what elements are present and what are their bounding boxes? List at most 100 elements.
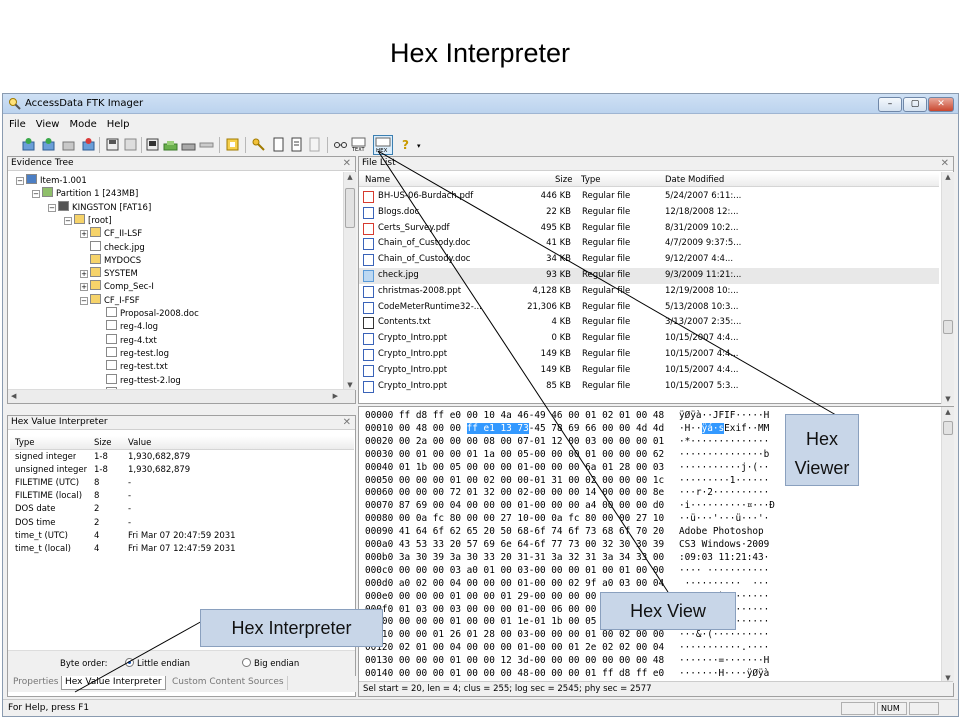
close-icon[interactable]: ✕ bbox=[941, 157, 949, 170]
little-endian-radio[interactable]: Little endian bbox=[125, 658, 190, 669]
interpreter-value: - bbox=[128, 504, 132, 515]
tree-item[interactable]: MYDOCS bbox=[80, 253, 141, 267]
hex-scrollbar[interactable]: ▲ ▼ bbox=[941, 407, 954, 683]
tab-properties[interactable]: Properties bbox=[10, 676, 63, 690]
evidence-item-icon bbox=[26, 174, 37, 184]
file-row[interactable]: Crypto_Intro.ppt 149 KB Regular file 10/15/… bbox=[359, 347, 939, 363]
tree-item[interactable]: reg-test.txt bbox=[96, 360, 168, 373]
minimize-button[interactable]: – bbox=[878, 97, 902, 112]
folder-icon bbox=[90, 280, 101, 291]
remove-evidence-icon[interactable] bbox=[81, 137, 96, 152]
tree-item[interactable]: reg-4.txt bbox=[96, 333, 157, 347]
file-type: Regular file bbox=[582, 317, 631, 328]
tree-item[interactable]: − Partition 1 [243MB] bbox=[32, 187, 138, 200]
column-type[interactable]: Type bbox=[15, 437, 35, 450]
column-size[interactable]: Size bbox=[94, 437, 111, 450]
menu-view[interactable]: View bbox=[30, 116, 64, 130]
file-list-scrollbar[interactable]: ▲ ▼ bbox=[941, 172, 954, 404]
toolbar-overflow-icon[interactable]: ▾ bbox=[417, 142, 421, 150]
tree-item[interactable]: reg-4.log bbox=[96, 320, 158, 333]
close-icon[interactable]: ✕ bbox=[343, 157, 351, 170]
tree-item[interactable]: − CF_I-FSF bbox=[80, 293, 140, 307]
tree-item[interactable]: reg-test.log bbox=[96, 346, 169, 360]
column-type[interactable]: Type bbox=[581, 174, 601, 187]
interpreter-row: FILETIME (local) 8 - bbox=[8, 491, 348, 504]
tab-custom-content-sources[interactable]: Custom Content Sources bbox=[169, 676, 288, 690]
create-disk-image-icon[interactable] bbox=[105, 137, 120, 152]
capture-memory-icon[interactable] bbox=[145, 137, 160, 152]
collapse-icon[interactable]: − bbox=[48, 203, 56, 212]
image-mounting-icon[interactable] bbox=[61, 137, 76, 152]
add-evidence-icon[interactable] bbox=[21, 137, 36, 152]
tree-item[interactable]: − Item-1.001 bbox=[16, 174, 87, 187]
close-icon[interactable]: ✕ bbox=[343, 416, 351, 429]
maximize-button[interactable]: ▢ bbox=[903, 97, 927, 112]
hex-bytes: 00 2a 00 00 00 08 00 07-01 12 00 03 00 0… bbox=[398, 435, 665, 447]
file-row[interactable]: Crypto_Intro.ppt 0 KB Regular file 10/15/20… bbox=[359, 331, 939, 347]
tree-hscrollbar[interactable]: ◀ ▶ bbox=[8, 389, 355, 403]
expand-icon[interactable]: + bbox=[80, 270, 88, 279]
glasses-icon[interactable] bbox=[333, 137, 348, 152]
big-endian-radio[interactable]: Big endian bbox=[242, 658, 299, 669]
file-row[interactable]: christmas-2008.ppt 4,128 KB Regular file 12… bbox=[359, 284, 939, 300]
tree-item[interactable]: + CF_II-LSF bbox=[80, 227, 142, 240]
tab-hex-value-interpreter[interactable]: Hex Value Interpreter bbox=[61, 676, 166, 690]
column-name[interactable]: Name bbox=[365, 174, 390, 187]
interpreter-size: 2 bbox=[94, 504, 100, 515]
column-value[interactable]: Value bbox=[128, 437, 151, 450]
expand-icon[interactable]: + bbox=[80, 283, 88, 292]
add-all-evidence-icon[interactable] bbox=[41, 137, 56, 152]
text-view-icon[interactable]: TEXT bbox=[351, 137, 366, 152]
hex-line: 00060 00 00 00 72 01 32 00 02-00 00 00 1… bbox=[365, 486, 769, 499]
collapse-icon[interactable]: − bbox=[16, 177, 24, 185]
export-disk-image-icon[interactable] bbox=[123, 137, 138, 152]
tree-item[interactable]: reg-ttest-2.log bbox=[96, 373, 181, 387]
export-files-icon[interactable] bbox=[199, 137, 214, 152]
file-row[interactable]: Crypto_Intro.ppt 85 KB Regular file 10/15/2… bbox=[359, 379, 939, 395]
collapse-icon[interactable]: − bbox=[64, 216, 72, 225]
file-date: 8/31/2009 10:2... bbox=[665, 222, 739, 233]
hex-offset: 000e0 bbox=[365, 590, 394, 602]
tree-item[interactable]: + SYSTEM bbox=[80, 267, 138, 280]
tree-scrollbar[interactable]: ▲ ▼ bbox=[343, 172, 356, 390]
tree-item[interactable]: check.jpg bbox=[80, 240, 145, 254]
file-row[interactable]: Contents.txt 4 KB Regular file 3/13/2007 2:… bbox=[359, 315, 939, 331]
document-lines-icon[interactable] bbox=[289, 137, 304, 152]
expand-icon[interactable]: + bbox=[80, 230, 88, 239]
hex-view-button[interactable]: HEX bbox=[373, 135, 393, 155]
tree-item[interactable]: − [root] bbox=[64, 213, 112, 227]
interpreter-size: 4 bbox=[94, 543, 100, 554]
menu-mode[interactable]: Mode bbox=[63, 116, 100, 130]
file-row[interactable]: Crypto_Intro.ppt 149 KB Regular file 10/15/… bbox=[359, 363, 939, 379]
tree-item[interactable]: Proposal-2008.doc bbox=[96, 307, 199, 320]
column-date-modified[interactable]: Date Modified bbox=[665, 174, 724, 187]
close-button[interactable]: ✕ bbox=[928, 97, 954, 112]
new-document-icon[interactable] bbox=[271, 137, 286, 152]
tree-item[interactable]: − KINGSTON [FAT16] bbox=[48, 200, 151, 214]
collapse-icon[interactable]: − bbox=[32, 190, 40, 199]
hex-line: 00020 00 2a 00 00 00 08 00 07-01 12 00 0… bbox=[365, 435, 769, 448]
file-row[interactable]: Chain_of_Custody.doc 34 KB Regular file 9/1… bbox=[359, 252, 939, 268]
obtain-protected-files-icon[interactable] bbox=[163, 137, 178, 152]
hex-offset: 00130 bbox=[365, 655, 394, 667]
tree-item[interactable]: + Comp_Sec-I bbox=[80, 280, 154, 293]
file-row[interactable]: Blogs.doc 22 KB Regular file 12/18/2008 12:… bbox=[359, 205, 939, 221]
key-icon[interactable] bbox=[251, 137, 266, 152]
tree-item-label: CF_I-FSF bbox=[104, 295, 140, 306]
file-row[interactable]: Certs_Survey.pdf 495 KB Regular file 8/31/2… bbox=[359, 221, 939, 237]
detect-efs-icon[interactable] bbox=[181, 137, 196, 152]
help-icon[interactable]: ? bbox=[399, 137, 414, 152]
file-row[interactable]: BH-US-06-Burdach.pdf 446 KB Regular file 5/… bbox=[359, 189, 939, 205]
menu-bar: File View Mode Help bbox=[3, 116, 958, 133]
file-row[interactable]: CodeMeterRuntime32-... 21,306 KB Regular f… bbox=[359, 300, 939, 316]
collapse-icon[interactable]: − bbox=[80, 296, 88, 305]
column-size[interactable]: Size bbox=[555, 174, 572, 187]
title-bar: AccessData FTK Imager – ▢ ✕ bbox=[3, 94, 958, 114]
menu-file[interactable]: File bbox=[3, 116, 30, 130]
document-disabled-icon[interactable] bbox=[307, 137, 322, 152]
export-hash-list-icon[interactable] bbox=[225, 137, 240, 152]
file-row[interactable]: check.jpg 93 KB Regular file 9/3/2009 11:21… bbox=[359, 268, 939, 284]
menu-help[interactable]: Help bbox=[101, 116, 134, 130]
file-row[interactable]: Chain_of_Custody.doc 41 KB Regular file 4/7… bbox=[359, 236, 939, 252]
